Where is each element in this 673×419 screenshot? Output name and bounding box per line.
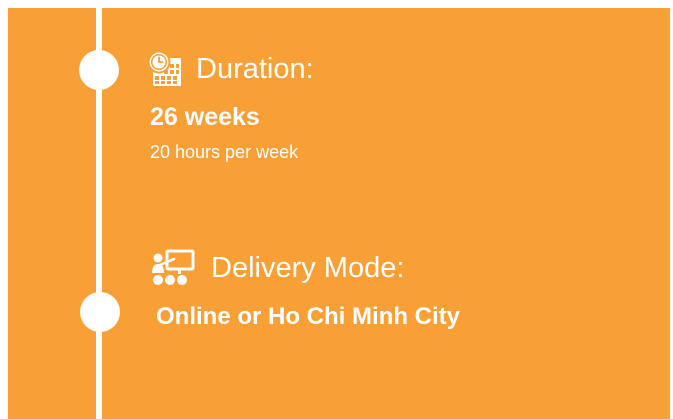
duration-heading: Duration: (196, 52, 314, 85)
calendar-clock-icon (147, 50, 184, 88)
delivery-value: Online or Ho Chi Minh City (156, 303, 460, 330)
delivery-heading-row: Delivery Mode: (151, 248, 404, 288)
timeline-dot-duration (79, 50, 119, 90)
classroom-presentation-icon (151, 248, 197, 288)
duration-value: 26 weeks (150, 103, 260, 131)
duration-detail: 20 hours per week (150, 142, 299, 162)
timeline-dot-delivery (80, 292, 120, 332)
delivery-heading: Delivery Mode: (211, 251, 405, 284)
duration-heading-row: Duration: (147, 50, 314, 88)
